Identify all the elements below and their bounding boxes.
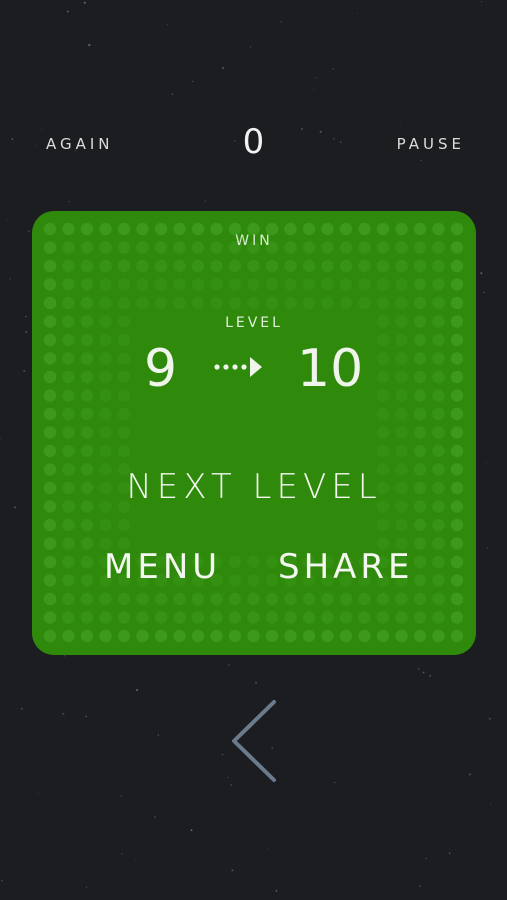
level-transition: 9 10 [32, 339, 476, 399]
level-to: 10 [297, 339, 364, 399]
menu-button[interactable]: MENU [104, 547, 221, 587]
dotted-arrow-right-icon [214, 357, 262, 377]
panel-dot-pattern [43, 222, 464, 643]
level-label: LEVEL [225, 315, 283, 331]
next-level-button[interactable]: NEXT LEVEL [32, 467, 476, 507]
pause-button[interactable]: PAUSE [397, 134, 465, 154]
level-from: 9 [144, 339, 178, 399]
share-button[interactable]: SHARE [278, 547, 414, 587]
win-panel: WIN LEVEL 9 10 NEXT LEVEL MENU SHARE [32, 211, 476, 655]
win-status-label: WIN [235, 233, 273, 249]
chevron-left-icon[interactable] [228, 698, 280, 784]
